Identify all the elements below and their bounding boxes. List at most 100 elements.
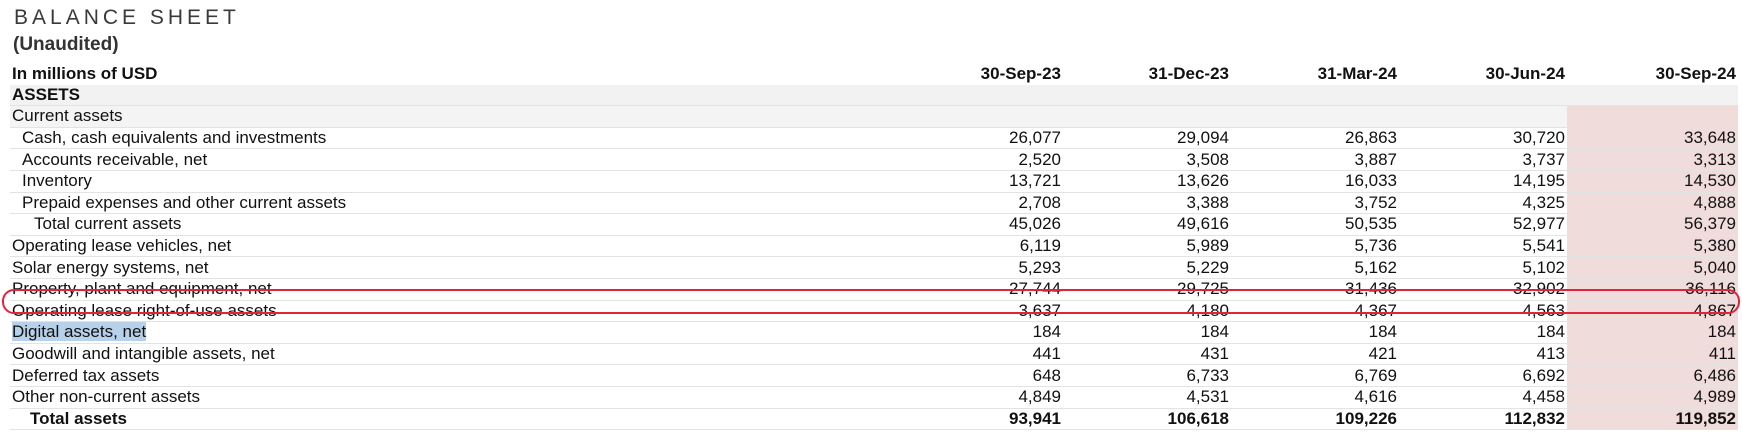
value-cell: 2,520 [895, 148, 1063, 171]
value-cell: 4,867 [1567, 300, 1738, 323]
table-row[interactable]: Goodwill and intangible assets, net 441 43… [10, 343, 1738, 366]
table-row[interactable]: Operating lease right-of-use assets 3,637… [10, 300, 1738, 323]
table-row[interactable]: Prepaid expenses and other current asset… [10, 192, 1738, 215]
value-cell: 413 [1399, 343, 1567, 366]
row-label: Solar energy systems, net [10, 256, 895, 279]
selected-text[interactable]: Digital assets, net [12, 322, 147, 342]
value-cell: 112,832 [1399, 408, 1567, 431]
row-label: Deferred tax assets [10, 364, 895, 387]
value-cell: 106,618 [1063, 408, 1231, 431]
value-cell: 33,648 [1567, 127, 1738, 150]
table-row[interactable]: Property, plant and equipment, net 27,744… [10, 278, 1738, 301]
balance-sheet-table: In millions of USD 30-Sep-23 31-Dec-23 3… [10, 64, 1738, 431]
section-label: ASSETS [10, 84, 895, 107]
table-row[interactable]: Deferred tax assets 648 6,733 6,769 6,692 6,4… [10, 364, 1738, 387]
value-cell: 5,229 [1063, 256, 1231, 279]
table-row[interactable]: Solar energy systems, net 5,293 5,229 5,162… [10, 256, 1738, 279]
value-cell: 6,486 [1567, 364, 1738, 387]
value-cell: 4,367 [1231, 300, 1399, 323]
value-cell: 36,116 [1567, 278, 1738, 301]
value-cell: 29,094 [1063, 127, 1231, 150]
value-cell: 4,563 [1399, 300, 1567, 323]
period-header[interactable]: 31-Dec-23 [1063, 64, 1231, 85]
value-cell: 3,508 [1063, 148, 1231, 171]
value-cell: 4,989 [1567, 386, 1738, 409]
value-cell: 6,692 [1399, 364, 1567, 387]
value-cell: 4,458 [1399, 386, 1567, 409]
group-row-current-assets: Current assets [10, 105, 1738, 128]
value-cell: 5,162 [1231, 256, 1399, 279]
value-cell: 4,325 [1399, 192, 1567, 215]
value-cell: 6,733 [1063, 364, 1231, 387]
table-row[interactable]: Other non-current assets 4,849 4,531 4,616 4… [10, 386, 1738, 409]
value-cell: 411 [1567, 343, 1738, 366]
row-label: Other non-current assets [10, 386, 895, 409]
table-row[interactable]: Total assets 93,941 106,618 109,226 112,832 1… [10, 408, 1738, 431]
value-cell: 31,436 [1231, 278, 1399, 301]
value-cell: 5,293 [895, 256, 1063, 279]
row-label: Cash, cash equivalents and investments [10, 127, 895, 150]
value-cell: 184 [1567, 321, 1738, 344]
value-cell: 5,380 [1567, 235, 1738, 258]
value-cell: 29,725 [1063, 278, 1231, 301]
period-header[interactable]: 30-Sep-24 [1567, 64, 1738, 85]
row-label: Total current assets [10, 213, 895, 236]
value-cell: 3,752 [1231, 192, 1399, 215]
value-cell: 3,388 [1063, 192, 1231, 215]
period-header[interactable]: 31-Mar-24 [1231, 64, 1399, 85]
table-row[interactable]: Total current assets 45,026 49,616 50,535 52… [10, 213, 1738, 236]
value-cell: 3,637 [895, 300, 1063, 323]
value-cell: 26,077 [895, 127, 1063, 150]
value-cell: 5,040 [1567, 256, 1738, 279]
table-row[interactable]: Accounts receivable, net 2,520 3,508 3,887 3… [10, 148, 1738, 171]
value-cell: 52,977 [1399, 213, 1567, 236]
value-cell: 6,119 [895, 235, 1063, 258]
row-label: Accounts receivable, net [10, 148, 895, 171]
value-cell: 50,535 [1231, 213, 1399, 236]
value-cell: 32,902 [1399, 278, 1567, 301]
row-label: Prepaid expenses and other current asset… [10, 192, 895, 215]
period-header[interactable]: 30-Sep-23 [895, 64, 1063, 85]
value-cell: 109,226 [1231, 408, 1399, 431]
row-label: Operating lease vehicles, net [10, 235, 895, 258]
value-cell: 2,708 [895, 192, 1063, 215]
value-cell: 30,720 [1399, 127, 1567, 150]
value-cell: 3,737 [1399, 148, 1567, 171]
table-row[interactable]: Operating lease vehicles, net 6,119 5,989 5… [10, 235, 1738, 258]
value-cell: 6,769 [1231, 364, 1399, 387]
value-cell: 5,541 [1399, 235, 1567, 258]
value-cell: 14,530 [1567, 170, 1738, 193]
value-cell: 5,102 [1399, 256, 1567, 279]
value-cell: 431 [1063, 343, 1231, 366]
row-label: Digital assets, net [10, 321, 895, 344]
table-row[interactable]: Inventory 13,721 13,626 16,033 14,195 14,530 [10, 170, 1738, 193]
row-label: Inventory [10, 170, 895, 193]
value-cell: 184 [1063, 321, 1231, 344]
value-cell: 5,736 [1231, 235, 1399, 258]
value-cell: 93,941 [895, 408, 1063, 431]
value-cell: 3,887 [1231, 148, 1399, 171]
value-cell: 4,888 [1567, 192, 1738, 215]
value-cell: 13,626 [1063, 170, 1231, 193]
value-cell: 441 [895, 343, 1063, 366]
header-row: In millions of USD 30-Sep-23 31-Dec-23 3… [10, 64, 1738, 85]
value-cell: 184 [1231, 321, 1399, 344]
value-cell: 5,989 [1063, 235, 1231, 258]
sheet-title: BALANCE SHEET [14, 6, 240, 29]
value-cell: 119,852 [1567, 408, 1738, 431]
section-row-assets: ASSETS [10, 84, 1738, 107]
value-cell: 4,180 [1063, 300, 1231, 323]
value-cell: 184 [895, 321, 1063, 344]
value-cell: 26,863 [1231, 127, 1399, 150]
value-cell: 13,721 [895, 170, 1063, 193]
value-cell: 45,026 [895, 213, 1063, 236]
sheet-subtitle: (Unaudited) [13, 34, 119, 55]
value-cell: 421 [1231, 343, 1399, 366]
row-label: Property, plant and equipment, net [10, 278, 895, 301]
table-row[interactable]: Digital assets, net 184 184 184 184 184 [10, 321, 1738, 344]
value-cell: 49,616 [1063, 213, 1231, 236]
table-row[interactable]: Cash, cash equivalents and investments 26… [10, 127, 1738, 150]
value-cell: 16,033 [1231, 170, 1399, 193]
period-header[interactable]: 30-Jun-24 [1399, 64, 1567, 85]
row-label: Operating lease right-of-use assets [10, 300, 895, 323]
